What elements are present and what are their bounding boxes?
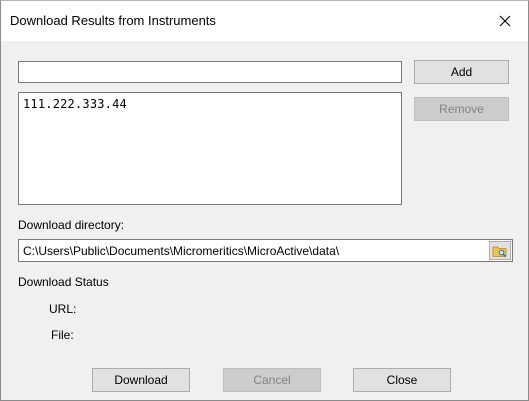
download-button[interactable]: Download — [92, 368, 190, 392]
add-button-label: Add — [450, 65, 473, 79]
download-directory-path: C:\Users\Public\Documents\Micromeritics\… — [23, 244, 340, 258]
remove-button-label: Remove — [439, 102, 484, 116]
cancel-button-label: Cancel — [253, 373, 291, 387]
close-window-button[interactable] — [482, 1, 528, 41]
close-button-label: Close — [386, 373, 418, 387]
download-button-label: Download — [114, 373, 168, 387]
status-url-label: URL: — [49, 302, 77, 316]
download-directory-field[interactable]: C:\Users\Public\Documents\Micromeritics\… — [18, 239, 513, 262]
instrument-address-input[interactable] — [18, 61, 402, 83]
folder-search-icon — [492, 246, 507, 257]
instrument-list[interactable]: 111.222.333.44 — [18, 92, 402, 205]
status-file-label: File: — [51, 328, 74, 342]
close-icon — [499, 15, 511, 27]
list-item[interactable]: 111.222.333.44 — [23, 97, 127, 111]
dialog-title: Download Results from Instruments — [10, 13, 216, 28]
add-button[interactable]: Add — [414, 60, 509, 84]
title-bar[interactable]: Download Results from Instruments — [1, 1, 528, 41]
browse-directory-button[interactable] — [489, 241, 511, 260]
cancel-button[interactable]: Cancel — [223, 368, 321, 392]
download-results-dialog: Download Results from Instruments Add 11… — [0, 0, 529, 401]
download-status-heading: Download Status — [18, 275, 109, 289]
download-directory-label: Download directory: — [18, 218, 125, 232]
remove-button[interactable]: Remove — [414, 97, 509, 121]
close-button[interactable]: Close — [353, 368, 451, 392]
